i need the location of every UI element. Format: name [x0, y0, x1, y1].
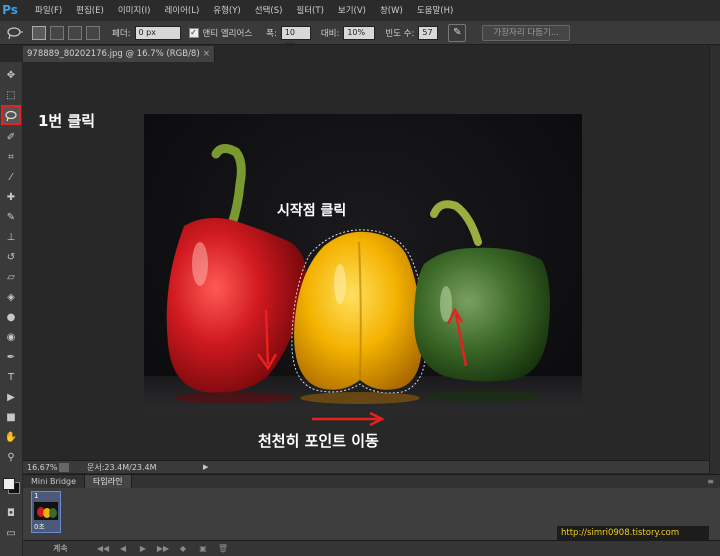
- blur-tool-icon[interactable]: ●: [2, 308, 20, 326]
- eyedropper-tool-icon[interactable]: ⁄: [2, 168, 20, 186]
- document-tab[interactable]: 978889_80202176.jpg @ 16.7% (RGB/8) ×: [23, 46, 215, 62]
- menu-select[interactable]: 선택(S): [248, 4, 290, 16]
- menu-view[interactable]: 보기(V): [331, 4, 373, 16]
- document-image[interactable]: [144, 114, 582, 409]
- tab-mini-bridge[interactable]: Mini Bridge: [23, 474, 86, 489]
- menu-layer[interactable]: 레이어(L): [157, 4, 206, 16]
- zoom-level[interactable]: 16.67%: [23, 463, 59, 472]
- add-selection-button[interactable]: [50, 25, 64, 40]
- zoom-tool-icon[interactable]: ⚲: [2, 448, 20, 466]
- move-direction-arrow: [312, 412, 385, 426]
- width-input[interactable]: 10 px: [280, 25, 311, 49]
- menu-filter[interactable]: 필터(T): [289, 4, 330, 16]
- document-title: 978889_80202176.jpg @ 16.7% (RGB/8): [27, 49, 200, 59]
- tab-timeline[interactable]: 타임라인: [85, 474, 132, 489]
- annotation-step1: 1번 클릭: [38, 112, 96, 130]
- close-tab-icon[interactable]: ×: [203, 46, 210, 62]
- frequency-input[interactable]: 57: [418, 25, 439, 40]
- loop-options-select[interactable]: 계속: [23, 543, 93, 554]
- marquee-tool-icon[interactable]: ⬚: [2, 86, 20, 104]
- pen-tool-icon[interactable]: ✒: [2, 348, 20, 366]
- new-selection-button[interactable]: [32, 25, 46, 40]
- eraser-tool-icon[interactable]: ▱: [2, 268, 20, 286]
- foreground-color-swatch[interactable]: [3, 478, 15, 490]
- clone-stamp-tool-icon[interactable]: ⊥: [2, 228, 20, 246]
- crop-tool-icon[interactable]: ⌗: [2, 148, 20, 166]
- previous-frame-icon[interactable]: ◀: [113, 544, 133, 553]
- delete-frame-icon[interactable]: 🗑: [213, 544, 233, 553]
- refine-edge-button[interactable]: 가장자리 다듬기...: [482, 24, 570, 41]
- status-menu-arrow-icon[interactable]: ▶: [203, 463, 208, 471]
- paint-bucket-tool-icon[interactable]: ◈: [2, 288, 20, 306]
- play-icon[interactable]: ▶: [133, 544, 153, 553]
- menu-bar: Ps 파일(F) 편집(E) 이미지(I) 레이어(L) 유형(Y) 선택(S)…: [0, 0, 720, 20]
- magnetic-lasso-icon: [7, 26, 23, 39]
- bottom-panel-tabs: Mini Bridge 타임라인 ≡: [23, 474, 720, 489]
- highlight-box: [1, 105, 21, 125]
- next-frame-icon[interactable]: ▶▶: [153, 544, 173, 553]
- antialias-label: 앤티 앨리어스: [202, 28, 253, 39]
- panel-menu-icon[interactable]: ≡: [707, 475, 714, 489]
- menu-edit[interactable]: 편집(E): [69, 4, 111, 16]
- status-bar: 16.67% 문서:23.4M/23.4M ▶: [23, 460, 709, 473]
- feather-input[interactable]: 0 px: [134, 25, 181, 40]
- contrast-label: 대비:: [320, 28, 340, 39]
- dodge-tool-icon[interactable]: ◉: [2, 328, 20, 346]
- peppers-photo: [144, 144, 582, 409]
- path-selection-tool-icon[interactable]: ▶: [2, 388, 20, 406]
- annotation-move: 천천히 포인트 이동: [258, 432, 379, 450]
- animation-frame[interactable]: 1 0초: [31, 491, 61, 533]
- history-brush-tool-icon[interactable]: ↺: [2, 248, 20, 266]
- options-bar: 페더: 0 px ✓ 앤티 앨리어스 폭: 10 px 대비: 10% 빈도 수…: [0, 21, 720, 49]
- intersect-selection-button[interactable]: [86, 25, 100, 40]
- menu-window[interactable]: 창(W): [373, 4, 410, 16]
- document-info-icon[interactable]: [59, 462, 69, 472]
- frequency-label: 빈도 수:: [385, 28, 415, 39]
- menu-type[interactable]: 유형(Y): [206, 4, 247, 16]
- healing-brush-tool-icon[interactable]: ✚: [2, 188, 20, 206]
- width-label: 폭:: [266, 28, 277, 39]
- screen-mode-icon[interactable]: ▭: [2, 524, 20, 542]
- tween-icon[interactable]: ◆: [173, 544, 193, 553]
- timeline-controls: 계속 ◀◀ ◀ ▶ ▶▶ ◆ ▣ 🗑: [23, 540, 720, 556]
- duplicate-frame-icon[interactable]: ▣: [193, 544, 213, 553]
- hand-tool-icon[interactable]: ✋: [2, 428, 20, 446]
- blog-watermark: http://simri0908.tistory.com: [557, 526, 709, 540]
- pen-pressure-icon: ✎: [453, 27, 462, 38]
- frame-thumbnail: [34, 502, 58, 520]
- subtract-selection-button[interactable]: [68, 25, 82, 40]
- annotation-start-point: 시작점 클릭: [277, 203, 347, 219]
- antialias-checkbox[interactable]: ✓: [188, 27, 199, 38]
- menu-file[interactable]: 파일(F): [28, 4, 69, 16]
- document-size: 문서:23.4M/23.4M: [87, 462, 157, 472]
- photoshop-logo: Ps: [0, 0, 20, 20]
- type-tool-icon[interactable]: T: [2, 368, 20, 386]
- photoshop-window: Ps 파일(F) 편집(E) 이미지(I) 레이어(L) 유형(Y) 선택(S)…: [0, 0, 720, 556]
- tools-panel: ✥ ⬚ ✐ ⌗ ⁄ ✚ ✎ ⊥ ↺ ▱ ◈ ● ◉ ✒ T ▶ ■ ✋ ⚲ ◘ …: [0, 62, 22, 556]
- tool-preset-picker[interactable]: [0, 23, 30, 43]
- frame-delay[interactable]: 0초: [34, 522, 45, 532]
- first-frame-icon[interactable]: ◀◀: [93, 544, 113, 553]
- menu-image[interactable]: 이미지(I): [111, 4, 158, 16]
- brush-tool-icon[interactable]: ✎: [2, 208, 20, 226]
- panel-scroll-strip[interactable]: [709, 46, 720, 474]
- quick-selection-tool-icon[interactable]: ✐: [2, 128, 20, 146]
- rectangle-tool-icon[interactable]: ■: [2, 408, 20, 426]
- menu-help[interactable]: 도움말(H): [410, 4, 460, 16]
- contrast-input[interactable]: 10%: [343, 25, 376, 40]
- quick-mask-icon[interactable]: ◘: [2, 504, 20, 522]
- frame-number: 1: [34, 492, 39, 500]
- move-tool-icon[interactable]: ✥: [2, 66, 20, 84]
- feather-label: 페더:: [112, 28, 131, 39]
- tablet-pressure-button[interactable]: ✎: [448, 23, 467, 42]
